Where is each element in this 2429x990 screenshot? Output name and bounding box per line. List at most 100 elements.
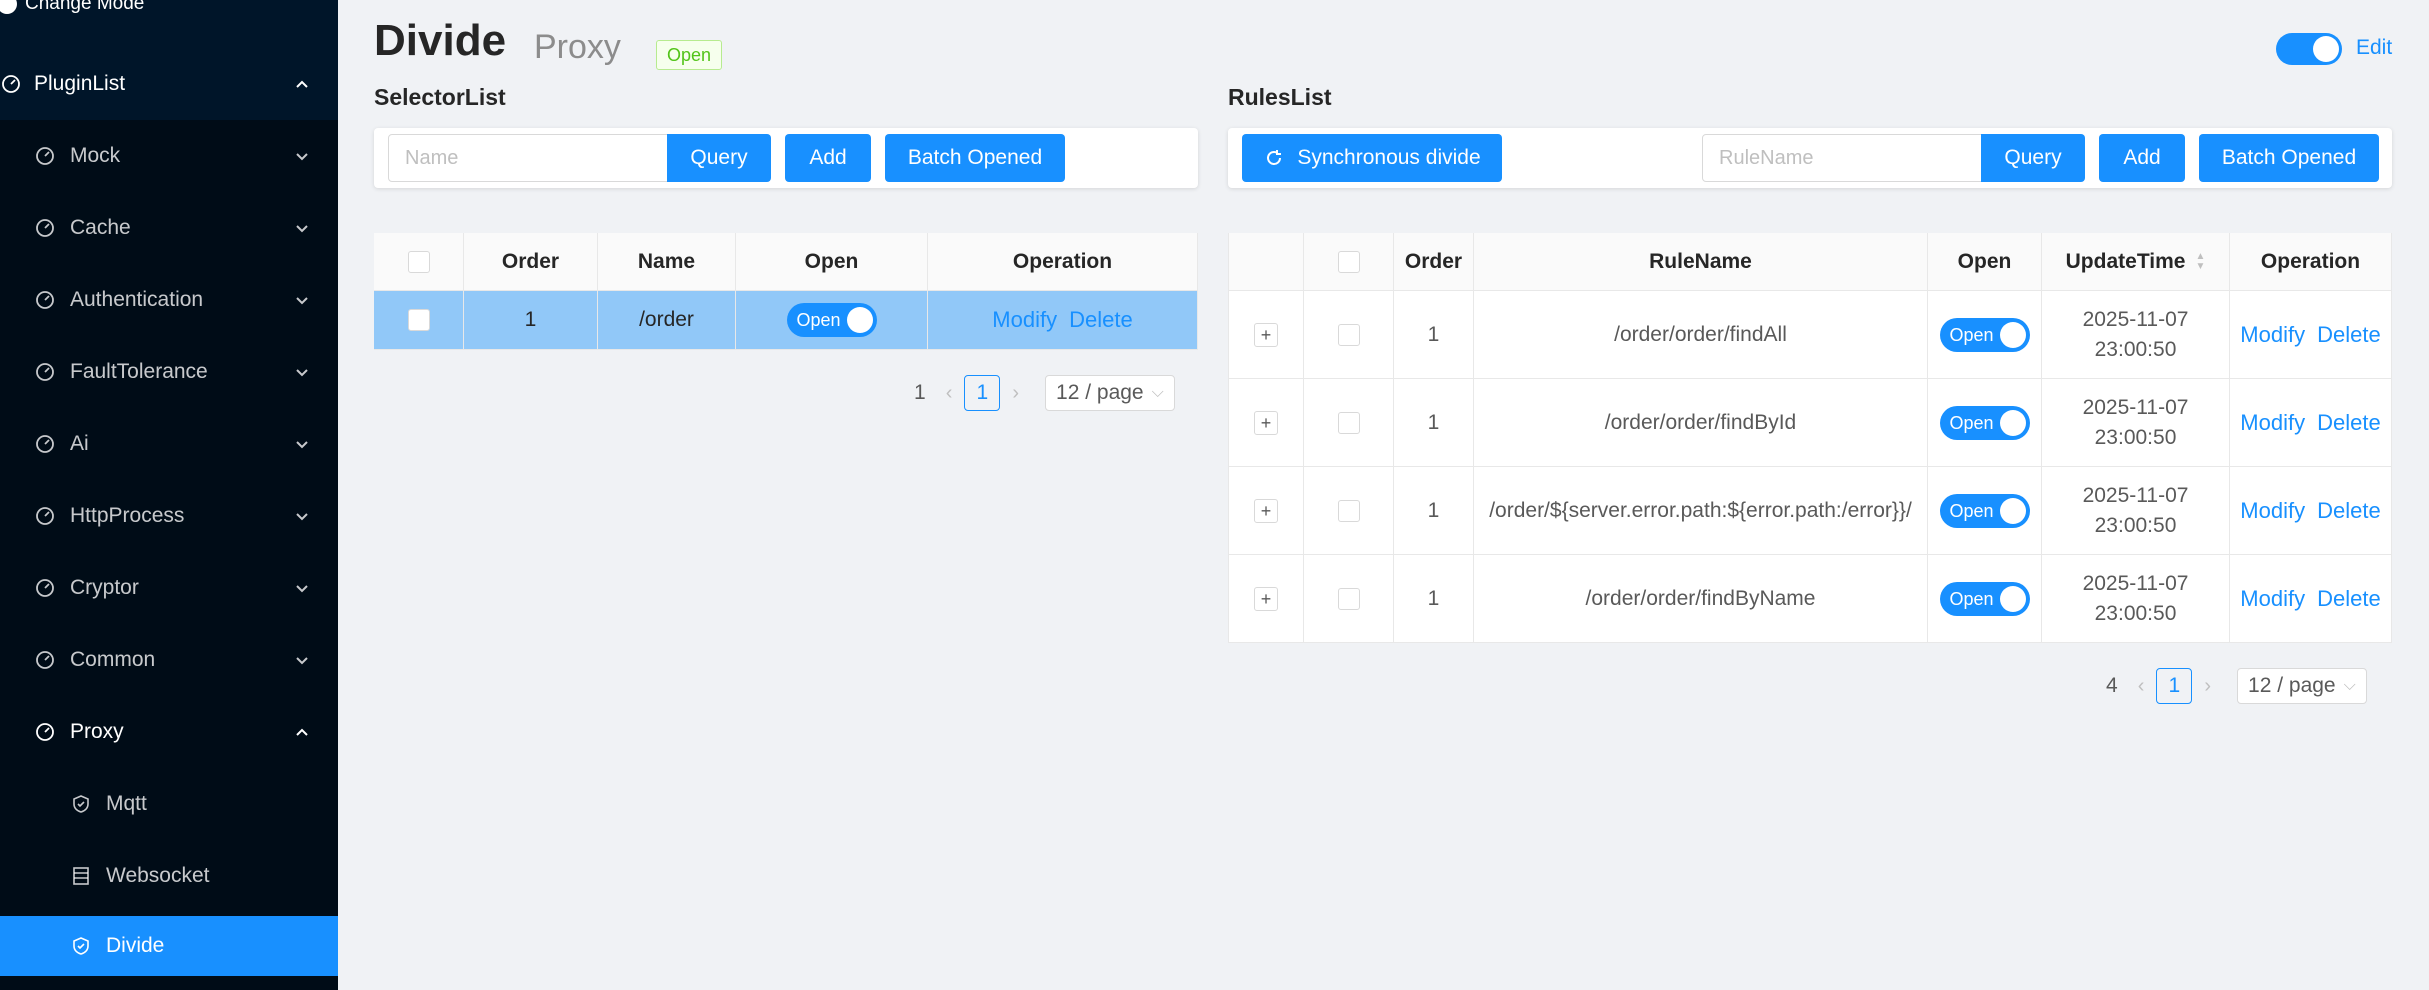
sidebar-item-proxy[interactable]: Proxy bbox=[0, 696, 338, 768]
synchronous-divide-button[interactable]: Synchronous divide bbox=[1242, 134, 1502, 182]
delete-link[interactable]: Delete bbox=[2317, 584, 2381, 614]
rule-name-cell: /order/order/findByName bbox=[1474, 555, 1928, 643]
open-switch[interactable]: Open bbox=[1939, 581, 2030, 616]
open-switch[interactable]: Open bbox=[1939, 405, 2030, 440]
delete-link[interactable]: Delete bbox=[2317, 320, 2381, 350]
dashboard-icon bbox=[36, 147, 54, 165]
column-header: Order bbox=[464, 233, 598, 291]
switch-label: Open bbox=[1949, 324, 1994, 345]
column-header: Open bbox=[1928, 233, 2042, 291]
chevron-down-icon: ⌵ bbox=[2343, 677, 2356, 694]
change-mode-label: Change Mode bbox=[25, 0, 145, 14]
sidebar-item-faulttolerance[interactable]: FaultTolerance bbox=[0, 336, 338, 408]
switch-knob bbox=[1999, 497, 2026, 524]
switch-knob bbox=[846, 307, 873, 333]
expand-icon[interactable]: + bbox=[1254, 410, 1278, 435]
menu-plugin-list[interactable]: PluginList bbox=[0, 52, 338, 116]
dashboard-icon bbox=[36, 435, 54, 453]
sidebar-item-cryptor[interactable]: Cryptor bbox=[0, 552, 338, 624]
table-icon bbox=[73, 867, 89, 885]
update-time: 23:00:50 bbox=[2094, 425, 2177, 449]
delete-link[interactable]: Delete bbox=[2317, 496, 2381, 526]
column-header: Order bbox=[1394, 233, 1474, 291]
sidebar-item-mqtt[interactable]: Mqtt bbox=[0, 768, 338, 840]
sidebar-item-common[interactable]: Common bbox=[0, 624, 338, 696]
operation-cell: Modify Delete bbox=[928, 291, 1198, 350]
chevron-down-icon bbox=[296, 441, 308, 449]
rules-batch-opened-button[interactable]: Batch Opened bbox=[2199, 134, 2379, 182]
delete-link[interactable]: Delete bbox=[2317, 408, 2381, 438]
change-mode-toggle[interactable]: Change Mode bbox=[0, 0, 144, 16]
prev-page-icon[interactable]: ‹ bbox=[2138, 675, 2145, 698]
modify-link[interactable]: Modify bbox=[2240, 408, 2305, 438]
next-page-icon[interactable]: › bbox=[1012, 382, 1019, 405]
update-time: 23:00:50 bbox=[2094, 601, 2177, 625]
open-switch[interactable]: Open bbox=[1939, 493, 2030, 528]
selector-name-input[interactable]: Name bbox=[388, 134, 672, 182]
modify-link[interactable]: Modify bbox=[2240, 320, 2305, 350]
open-switch[interactable]: Open bbox=[1939, 317, 2030, 352]
order-cell: 1 bbox=[1394, 555, 1474, 643]
sidebar-item-label: Proxy bbox=[70, 720, 124, 743]
row-checkbox[interactable] bbox=[1337, 411, 1360, 434]
switch-label: Open bbox=[1949, 500, 1994, 521]
column-header: Open bbox=[736, 233, 928, 291]
row-select-cell bbox=[1304, 467, 1394, 555]
edit-link[interactable]: Edit bbox=[2356, 36, 2392, 60]
selector-list-title: SelectorList bbox=[374, 84, 506, 110]
selector-batch-opened-button[interactable]: Batch Opened bbox=[885, 134, 1065, 182]
sort-icon: ▲ ▼ bbox=[2195, 250, 2206, 272]
open-switch[interactable]: Open bbox=[786, 303, 877, 337]
rule-name-input[interactable]: RuleName bbox=[1702, 134, 1986, 182]
page-subtitle: Proxy bbox=[534, 28, 621, 66]
shield-check-icon bbox=[73, 937, 89, 955]
update-time-cell: 2025-11-07 23:00:50 bbox=[2042, 291, 2230, 379]
prev-page-icon[interactable]: ‹ bbox=[946, 382, 953, 405]
select-all-checkbox[interactable] bbox=[407, 250, 430, 273]
current-page[interactable]: 1 bbox=[2156, 668, 2193, 704]
expand-icon[interactable]: + bbox=[1254, 498, 1278, 523]
dashboard-icon bbox=[36, 579, 54, 597]
delete-link[interactable]: Delete bbox=[1069, 305, 1133, 335]
sidebar-item-websocket[interactable]: Websocket bbox=[0, 840, 338, 912]
sidebar-item-divide[interactable]: Divide bbox=[0, 916, 338, 976]
modify-link[interactable]: Modify bbox=[2240, 496, 2305, 526]
rules-add-button[interactable]: Add bbox=[2099, 134, 2185, 182]
selector-query-button[interactable]: Query bbox=[667, 134, 771, 182]
page-size-select[interactable]: 12 / page ⌵ bbox=[1045, 375, 1175, 411]
update-date: 2025-11-07 bbox=[2082, 571, 2189, 595]
edit-toggle[interactable] bbox=[2276, 33, 2342, 65]
chevron-up-icon bbox=[296, 80, 308, 88]
select-all-cell bbox=[1304, 233, 1394, 291]
sidebar-item-label: Cryptor bbox=[70, 576, 139, 599]
status-badge: Open bbox=[656, 40, 723, 70]
chevron-down-icon bbox=[296, 225, 308, 233]
sidebar-item-ai[interactable]: Ai bbox=[0, 408, 338, 480]
modify-link[interactable]: Modify bbox=[992, 305, 1057, 335]
total-count: 4 bbox=[2106, 674, 2118, 697]
rules-pagination: 4 ‹ 1 › 12 / page ⌵ bbox=[2106, 668, 2367, 704]
selector-add-button[interactable]: Add bbox=[785, 134, 871, 182]
rule-name-cell: /order/${server.error.path:${error.path:… bbox=[1474, 467, 1928, 555]
row-checkbox[interactable] bbox=[1337, 587, 1360, 610]
updatetime-header[interactable]: UpdateTime ▲ ▼ bbox=[2042, 233, 2230, 291]
row-checkbox[interactable] bbox=[1337, 323, 1360, 346]
row-checkbox[interactable] bbox=[1337, 499, 1360, 522]
next-page-icon[interactable]: › bbox=[2204, 675, 2211, 698]
page-size-select[interactable]: 12 / page ⌵ bbox=[2237, 668, 2367, 704]
switch-knob bbox=[1999, 321, 2026, 348]
sidebar-item-mock[interactable]: Mock bbox=[0, 120, 338, 192]
expand-icon[interactable]: + bbox=[1254, 322, 1278, 347]
current-page[interactable]: 1 bbox=[964, 375, 1001, 411]
switch-label: Open bbox=[1949, 588, 1994, 609]
row-select-cell bbox=[1304, 291, 1394, 379]
sidebar-item-cache[interactable]: Cache bbox=[0, 192, 338, 264]
row-checkbox[interactable] bbox=[407, 309, 430, 331]
sidebar-item-authentication[interactable]: Authentication bbox=[0, 264, 338, 336]
select-all-checkbox[interactable] bbox=[1337, 250, 1360, 273]
modify-link[interactable]: Modify bbox=[2240, 584, 2305, 614]
page-size-value: 12 / page bbox=[2248, 674, 2336, 697]
expand-icon[interactable]: + bbox=[1254, 586, 1278, 611]
sidebar-item-httpprocess[interactable]: HttpProcess bbox=[0, 480, 338, 552]
rules-query-button[interactable]: Query bbox=[1981, 134, 2085, 182]
